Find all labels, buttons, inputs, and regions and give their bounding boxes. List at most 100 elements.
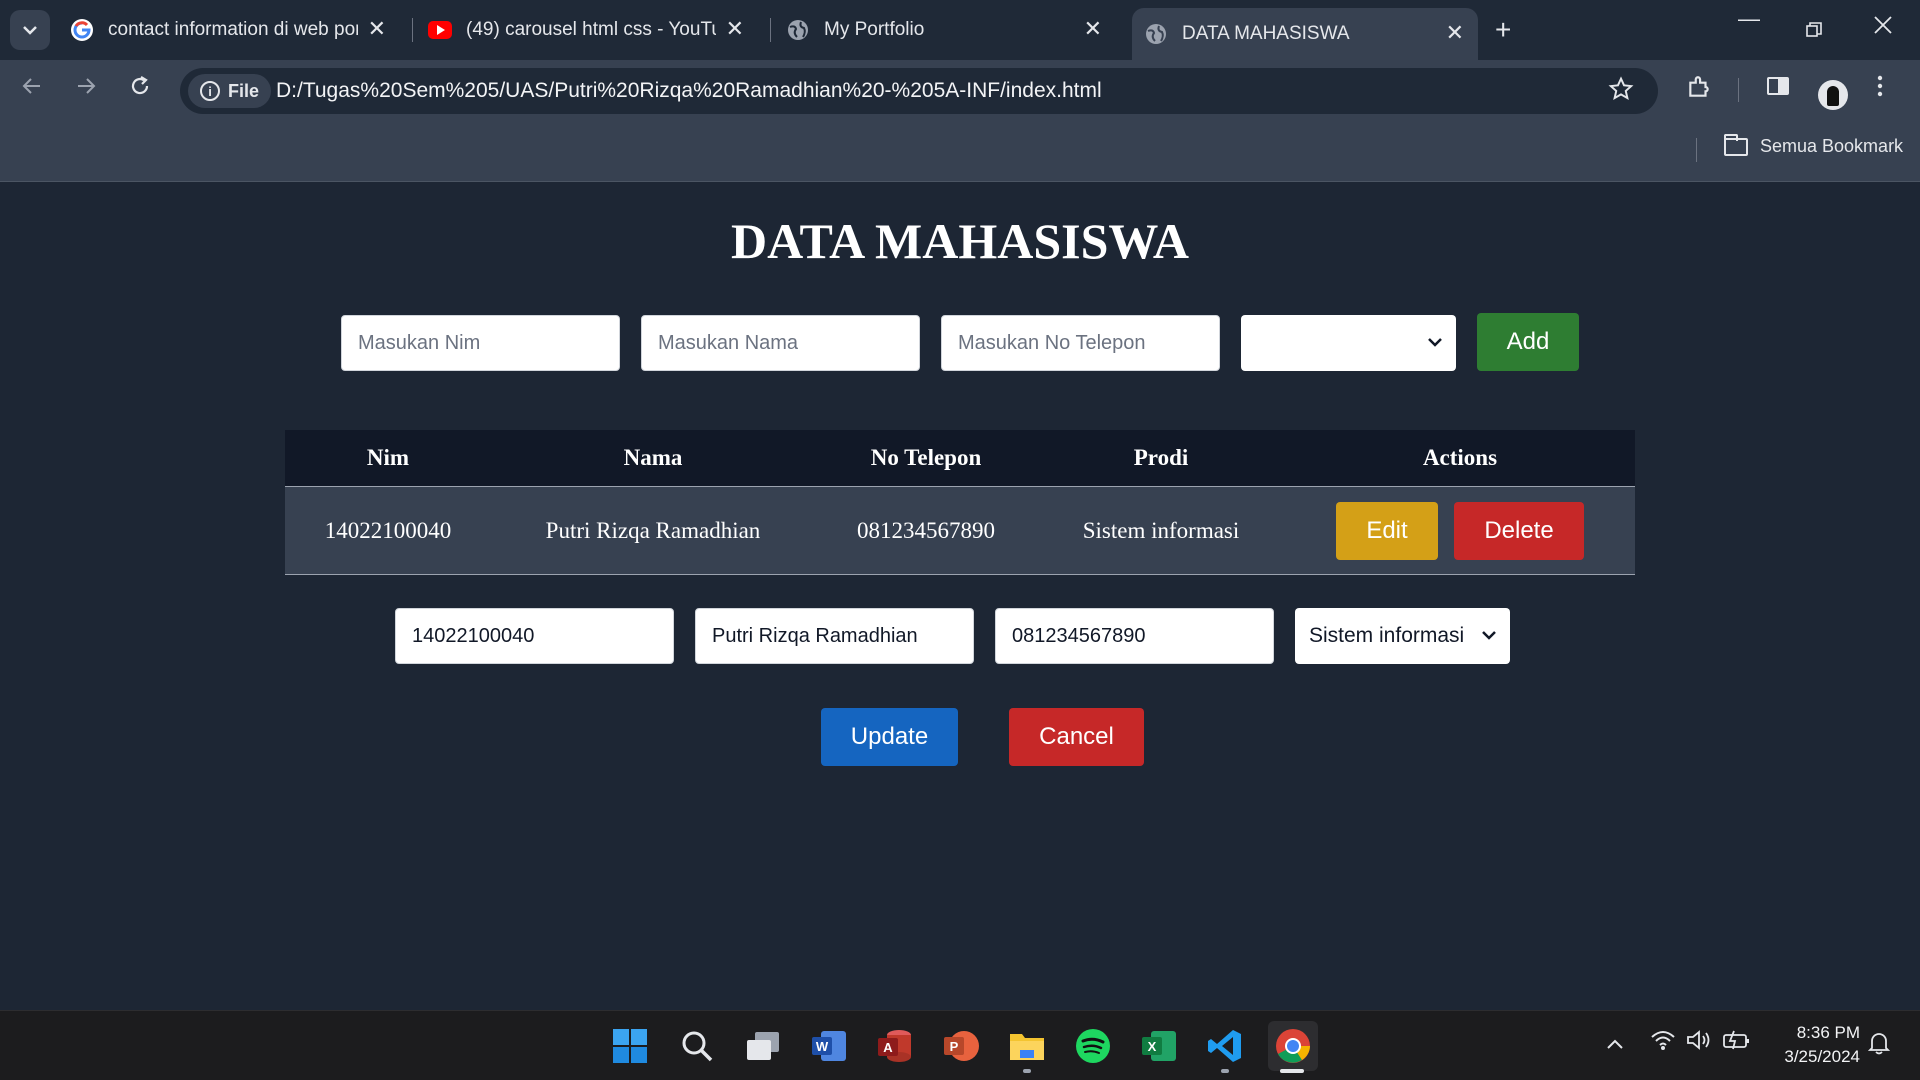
edit-telepon-input[interactable]	[995, 608, 1274, 664]
edit-prodi-select-value: Sistem informasi	[1309, 624, 1465, 647]
running-indicator	[1221, 1069, 1229, 1073]
close-icon[interactable]: ✕	[1084, 18, 1102, 40]
chevron-down-icon	[1428, 338, 1442, 347]
column-header-nama: Nama	[623, 445, 683, 470]
extensions-icon[interactable]	[1686, 74, 1712, 106]
edit-nama-input[interactable]	[695, 608, 974, 664]
close-icon[interactable]: ✕	[1446, 22, 1464, 44]
clock-date: 3/25/2024	[1784, 1047, 1860, 1066]
restore-icon[interactable]	[1806, 18, 1822, 44]
info-icon: i	[200, 81, 220, 101]
running-indicator	[1023, 1069, 1031, 1073]
telepon-input[interactable]	[941, 315, 1220, 371]
close-icon[interactable]: ✕	[726, 18, 744, 40]
edit-prodi-select[interactable]: Sistem informasi	[1295, 608, 1510, 664]
folder-icon	[1724, 133, 1748, 156]
tab-title: My Portfolio	[824, 19, 925, 40]
new-tab-button[interactable]: +	[1495, 12, 1511, 48]
edit-button[interactable]: Edit	[1336, 501, 1438, 560]
cell-telepon: 081234567890	[857, 517, 995, 543]
close-icon[interactable]: ✕	[368, 18, 386, 40]
chevron-up-icon[interactable]	[1606, 1033, 1624, 1056]
vscode-icon[interactable]	[1204, 1025, 1246, 1067]
add-button[interactable]: Add	[1477, 313, 1579, 371]
bookmark-star-icon[interactable]	[1608, 76, 1634, 109]
prodi-select[interactable]	[1241, 315, 1456, 371]
page-title: DATA MAHASISWA	[731, 213, 1189, 269]
svg-text:P: P	[950, 1039, 959, 1054]
column-header-nim: Nim	[366, 445, 410, 470]
delete-button[interactable]: Delete	[1454, 501, 1584, 560]
tab-separator	[770, 18, 771, 42]
more-menu-icon[interactable]	[1876, 74, 1884, 104]
profile-avatar[interactable]	[1818, 80, 1848, 110]
table-row: 14022100040 Putri Rizqa Ramadhian 081234…	[285, 487, 1635, 575]
powerpoint-icon[interactable]: P	[940, 1025, 982, 1067]
column-header-telepon: No Telepon	[870, 445, 982, 470]
globe-icon	[786, 18, 810, 42]
wifi-icon[interactable]	[1650, 1029, 1676, 1057]
toolbar-separator	[1738, 78, 1739, 102]
globe-icon	[1144, 22, 1168, 46]
back-arrow-icon[interactable]	[20, 74, 44, 105]
cell-nim: 14022100040	[324, 517, 452, 543]
tab-search-button[interactable]	[10, 10, 50, 50]
tab-title: contact information di web port	[108, 19, 358, 40]
nama-input[interactable]	[641, 315, 920, 371]
google-icon	[70, 18, 94, 42]
volume-icon[interactable]	[1686, 1029, 1712, 1057]
svg-text:W: W	[816, 1039, 829, 1054]
notification-bell-icon[interactable]	[1867, 1031, 1891, 1061]
cell-actions: Edit Delete	[1285, 487, 1635, 574]
clock-time: 8:36 PM	[1796, 1023, 1860, 1042]
battery-icon[interactable]	[1722, 1029, 1750, 1057]
column-header-prodi: Prodi	[1133, 445, 1189, 470]
task-view-icon[interactable]	[742, 1025, 784, 1067]
bookmarks-bar: Semua Bookmark	[0, 120, 1920, 182]
spotify-icon[interactable]	[1072, 1025, 1114, 1067]
cancel-button[interactable]: Cancel	[1009, 708, 1144, 766]
tab-title: DATA MAHASISWA	[1182, 23, 1350, 44]
file-explorer-icon[interactable]	[1006, 1025, 1048, 1067]
all-bookmarks-button[interactable]: Semua Bookmark	[1724, 133, 1904, 157]
tab-separator	[412, 18, 413, 42]
scheme-label: File	[228, 80, 260, 101]
active-indicator	[1280, 1069, 1304, 1073]
address-bar[interactable]: i File D:/Tugas%20Sem%205/UAS/Putri%20Ri…	[180, 68, 1658, 114]
side-panel-icon[interactable]	[1766, 74, 1790, 104]
chevron-down-icon	[1482, 631, 1496, 640]
cell-nama: Putri Rizqa Ramadhian	[545, 517, 761, 543]
reload-icon[interactable]	[128, 74, 152, 105]
site-info-chip[interactable]: i File	[188, 74, 272, 108]
close-window-icon[interactable]	[1874, 14, 1892, 40]
system-clock[interactable]: 8:36 PM 3/25/2024	[1770, 1021, 1860, 1069]
tab-my-portfolio[interactable]: My Portfolio ✕	[786, 8, 1116, 52]
browser-toolbar: i File D:/Tugas%20Sem%205/UAS/Putri%20Ri…	[0, 60, 1920, 120]
bookmark-separator	[1696, 138, 1697, 162]
windows-start-icon[interactable]	[609, 1025, 651, 1067]
mahasiswa-table: Nim Nama No Telepon Prodi Actions 140221…	[285, 430, 1635, 575]
tab-title: (49) carousel html css - YouTube	[466, 19, 716, 40]
tab-data-mahasiswa[interactable]: DATA MAHASISWA ✕	[1132, 8, 1478, 60]
chevron-down-icon	[23, 26, 37, 35]
chrome-icon[interactable]	[1268, 1021, 1318, 1071]
svg-text:X: X	[1148, 1039, 1157, 1054]
edit-nim-input[interactable]	[395, 608, 674, 664]
youtube-icon	[428, 18, 452, 42]
all-bookmarks-label: Semua Bookmark	[1760, 136, 1904, 156]
nim-input[interactable]	[341, 315, 620, 371]
tab-youtube-carousel[interactable]: (49) carousel html css - YouTube ✕	[428, 8, 758, 52]
word-icon[interactable]: W	[808, 1025, 850, 1067]
tab-contact-information[interactable]: contact information di web port ✕	[70, 8, 400, 52]
search-icon[interactable]	[676, 1025, 718, 1067]
page-content: DATA MAHASISWA Add Nim Nama No Telepon P…	[0, 182, 1920, 1010]
forward-arrow-icon[interactable]	[74, 74, 98, 105]
browser-tab-bar: contact information di web port ✕ (49) c…	[0, 0, 1920, 60]
excel-icon[interactable]: X	[1138, 1025, 1180, 1067]
minimize-icon[interactable]: —	[1738, 6, 1760, 32]
windows-taskbar: W A P X 8:36 PM 3/25/2024	[0, 1010, 1920, 1080]
access-icon[interactable]: A	[874, 1025, 916, 1067]
cell-prodi: Sistem informasi	[1082, 517, 1240, 543]
update-button[interactable]: Update	[821, 708, 958, 766]
column-header-actions: Actions	[1422, 445, 1498, 470]
